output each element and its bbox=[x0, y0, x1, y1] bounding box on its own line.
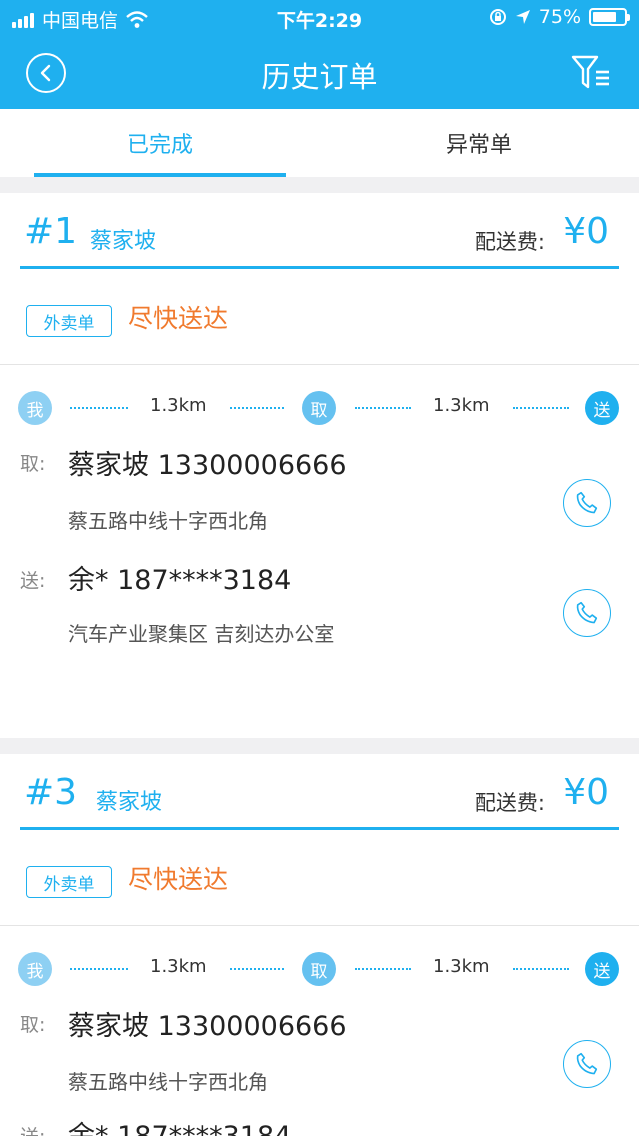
route-line: 我 1.3km 取 1.3km 送 bbox=[0, 391, 639, 425]
delivery-fee-label: 配送费: bbox=[474, 791, 545, 815]
battery-percent: 75% bbox=[538, 6, 581, 28]
delivery-contact: 余* 187****3184 bbox=[68, 1114, 291, 1136]
route-dash bbox=[355, 968, 411, 970]
order-card[interactable]: #3 蔡家坡 配送费: ¥0 外卖单 尽快送达 我 1.3km 取 1.3km … bbox=[0, 754, 639, 1136]
route-node-me: 我 bbox=[18, 952, 52, 986]
order-type-badge: 外卖单 bbox=[26, 866, 112, 898]
delivery-prefix: 送: bbox=[20, 1122, 45, 1136]
route-dash bbox=[513, 407, 569, 409]
call-recipient-button[interactable] bbox=[563, 589, 611, 637]
route-node-dropoff: 送 bbox=[585, 391, 619, 425]
route-node-pickup: 取 bbox=[302, 391, 336, 425]
route-node-dropoff: 送 bbox=[585, 952, 619, 986]
route-node-me: 我 bbox=[18, 391, 52, 425]
call-pickup-button[interactable] bbox=[563, 479, 611, 527]
distance-to-dropoff: 1.3km bbox=[433, 956, 490, 977]
order-number: #3 bbox=[24, 772, 78, 813]
order-type-badge: 外卖单 bbox=[26, 305, 112, 337]
order-card[interactable]: #1 蔡家坡 配送费: ¥0 外卖单 尽快送达 我 1.3km 取 1.3km … bbox=[0, 193, 639, 738]
pickup-address: 蔡五路中线十字西北角 bbox=[68, 1070, 268, 1094]
route-node-pickup: 取 bbox=[302, 952, 336, 986]
location-icon bbox=[515, 10, 530, 24]
order-number: #1 bbox=[24, 211, 78, 252]
shop-name: 蔡家坡 bbox=[90, 229, 157, 254]
route-dash bbox=[513, 968, 569, 970]
order-header: #3 蔡家坡 配送费: ¥0 bbox=[20, 754, 619, 830]
filter-list-icon bbox=[571, 55, 609, 89]
status-right: 75% bbox=[489, 6, 630, 28]
urgency-label: 尽快送达 bbox=[128, 865, 229, 894]
battery-fill bbox=[593, 12, 616, 22]
orientation-lock-icon bbox=[489, 9, 506, 25]
order-tags: 外卖单 尽快送达 bbox=[0, 846, 639, 926]
call-pickup-button[interactable] bbox=[563, 1040, 611, 1088]
status-bar: 中国电信 下午2:29 75% bbox=[0, 0, 639, 36]
active-tab-indicator bbox=[34, 173, 286, 177]
nav-bar: 历史订单 bbox=[0, 36, 639, 109]
phone-icon bbox=[576, 601, 598, 624]
route-dash bbox=[70, 407, 128, 409]
pickup-address: 蔡五路中线十字西北角 bbox=[68, 509, 268, 533]
distance-to-pickup: 1.3km bbox=[150, 395, 207, 416]
tab-completed[interactable]: 已完成 bbox=[0, 109, 320, 177]
order-tags: 外卖单 尽快送达 bbox=[0, 285, 639, 365]
distance-to-dropoff: 1.3km bbox=[433, 395, 490, 416]
urgency-label: 尽快送达 bbox=[128, 304, 229, 333]
phone-icon bbox=[576, 491, 598, 514]
delivery-fee-value: ¥0 bbox=[563, 772, 609, 813]
route-dash bbox=[70, 968, 128, 970]
battery-icon bbox=[589, 8, 630, 26]
delivery-fee-value: ¥0 bbox=[563, 211, 609, 252]
order-header: #1 蔡家坡 配送费: ¥0 bbox=[20, 193, 619, 269]
pickup-prefix: 取: bbox=[20, 453, 46, 475]
route-dash bbox=[230, 968, 284, 970]
route-dash bbox=[355, 407, 411, 409]
tab-bar: 已完成 异常单 bbox=[0, 109, 639, 177]
phone-icon bbox=[576, 1052, 598, 1075]
delivery-address: 汽车产业聚集区 吉刻达办公室 bbox=[68, 622, 335, 646]
delivery-prefix: 送: bbox=[20, 570, 46, 592]
delivery-fee-label: 配送费: bbox=[474, 230, 545, 254]
distance-to-pickup: 1.3km bbox=[150, 956, 207, 977]
pickup-contact: 蔡家坡 13300006666 bbox=[68, 450, 347, 481]
shop-name: 蔡家坡 bbox=[96, 790, 163, 815]
page-title: 历史订单 bbox=[261, 60, 378, 94]
pickup-contact: 蔡家坡 13300006666 bbox=[68, 1011, 347, 1042]
filter-button[interactable] bbox=[571, 54, 613, 90]
pickup-prefix: 取: bbox=[20, 1014, 46, 1036]
delivery-contact: 余* 187****3184 bbox=[68, 565, 292, 596]
route-dash bbox=[230, 407, 284, 409]
tab-abnormal[interactable]: 异常单 bbox=[319, 109, 639, 177]
route-line: 我 1.3km 取 1.3km 送 bbox=[0, 952, 639, 986]
